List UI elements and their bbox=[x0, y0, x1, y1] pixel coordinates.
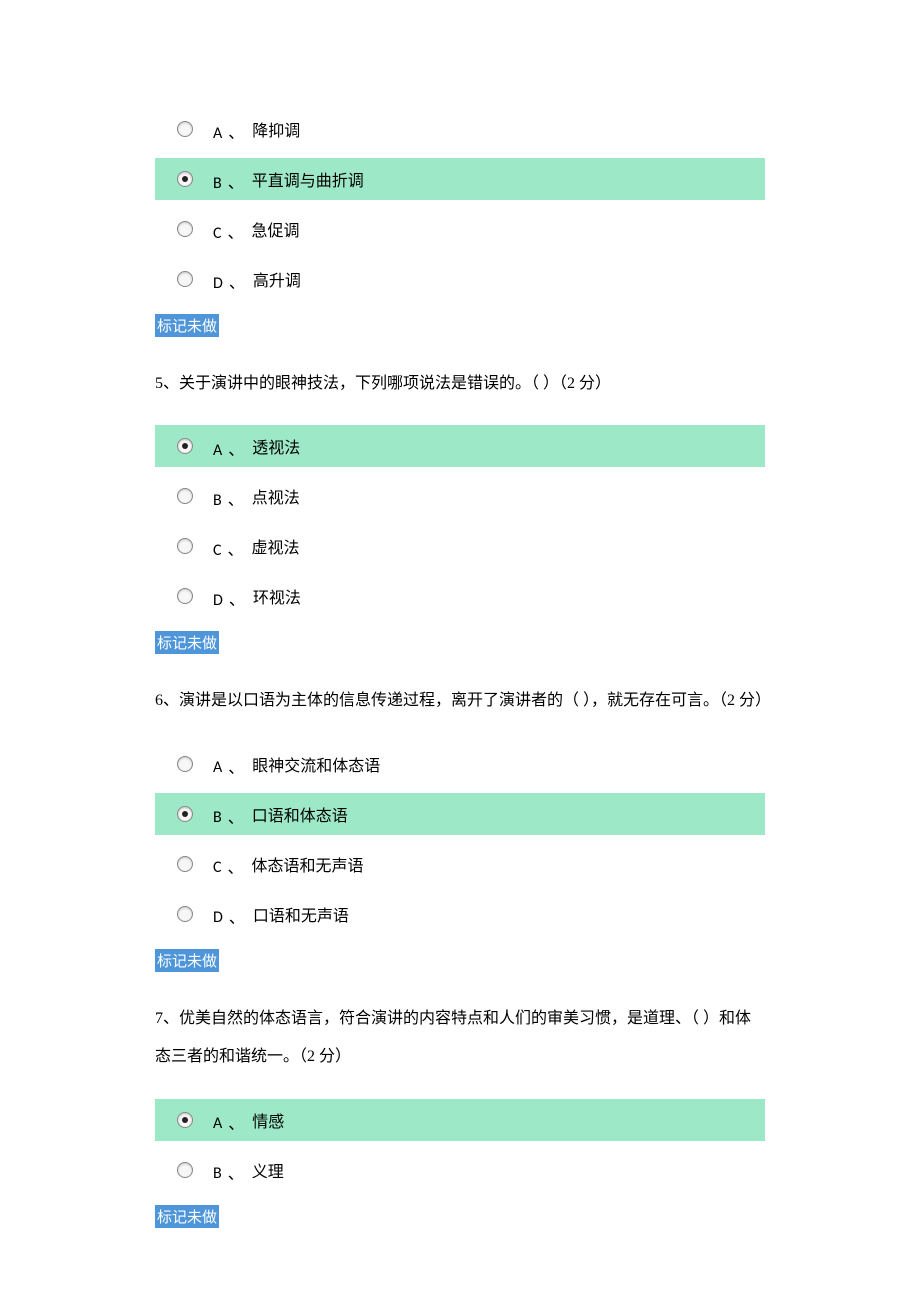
radio-icon[interactable] bbox=[177, 906, 193, 922]
option-row[interactable]: A 、眼神交流和体态语 bbox=[155, 743, 765, 785]
option-letter: B bbox=[213, 491, 222, 510]
option-letter: A bbox=[213, 1114, 222, 1133]
option-separator: 、 bbox=[228, 804, 244, 828]
option-separator: 、 bbox=[228, 536, 244, 560]
option-row[interactable]: B 、平直调与曲折调 bbox=[155, 158, 765, 200]
option-text: 体态语和无声语 bbox=[252, 852, 364, 876]
radio-icon[interactable] bbox=[177, 438, 193, 454]
option-row[interactable]: C 、虚视法 bbox=[155, 525, 765, 567]
radio-icon[interactable] bbox=[177, 538, 193, 554]
option-row[interactable]: B 、口语和体态语 bbox=[155, 793, 765, 835]
option-letter: A bbox=[213, 441, 222, 460]
page: A、降抑调B、平直调与曲折调C、急促调D、高升调标记未做5、关于演讲中的眼神技法… bbox=[0, 0, 920, 1302]
status-tag[interactable]: 标记未做 bbox=[155, 949, 219, 972]
radio-icon[interactable] bbox=[177, 756, 193, 772]
option-row[interactable]: C 、体态语和无声语 bbox=[155, 843, 765, 885]
radio-icon[interactable] bbox=[177, 488, 193, 504]
option-letter: D bbox=[213, 591, 223, 610]
status-tag[interactable]: 标记未做 bbox=[155, 314, 219, 337]
question-text: 7、优美自然的体态语言，符合演讲的内容特点和人们的审美习惯，是道理、（ ）和体态… bbox=[155, 1000, 765, 1077]
option-row[interactable]: D 、环视法 bbox=[155, 575, 765, 617]
radio-icon[interactable] bbox=[177, 1112, 193, 1128]
option-letter: C bbox=[213, 541, 222, 560]
option-text: 平直调与曲折调 bbox=[252, 167, 364, 191]
radio-icon[interactable] bbox=[177, 588, 193, 604]
option-row[interactable]: A 、降抑调 bbox=[155, 108, 765, 150]
option-text: 点视法 bbox=[252, 484, 300, 508]
status-tag[interactable]: 标记未做 bbox=[155, 1205, 219, 1228]
option-letter: A bbox=[213, 124, 222, 143]
option-letter: C bbox=[213, 224, 222, 243]
option-text: 环视法 bbox=[253, 584, 301, 608]
option-letter: C bbox=[213, 858, 222, 877]
option-text: 急促调 bbox=[252, 217, 300, 241]
option-separator: 、 bbox=[228, 754, 244, 778]
radio-icon[interactable] bbox=[177, 1162, 193, 1178]
option-row[interactable]: B 、点视法 bbox=[155, 475, 765, 517]
option-letter: B bbox=[213, 808, 222, 827]
option-separator: 、 bbox=[229, 904, 245, 928]
option-separator: 、 bbox=[228, 436, 244, 460]
question-text: 5、关于演讲中的眼神技法，下列哪项说法是错误的。（ ）（2 分） bbox=[155, 365, 765, 403]
option-letter: D bbox=[213, 274, 223, 293]
radio-icon[interactable] bbox=[177, 806, 193, 822]
option-letter: A bbox=[213, 758, 222, 777]
option-text: 透视法 bbox=[252, 434, 300, 458]
radio-icon[interactable] bbox=[177, 271, 193, 287]
option-separator: 、 bbox=[228, 854, 244, 878]
option-separator: 、 bbox=[229, 586, 245, 610]
option-row[interactable]: A 、透视法 bbox=[155, 425, 765, 467]
question-text: 6、演讲是以口语为主体的信息传递过程，离开了演讲者的（ ），就无存在可言。（2 … bbox=[155, 682, 765, 720]
option-separator: 、 bbox=[228, 119, 244, 143]
option-row[interactable]: D 、高升调 bbox=[155, 258, 765, 300]
option-separator: 、 bbox=[228, 1160, 244, 1184]
option-row[interactable]: A 、情感 bbox=[155, 1099, 765, 1141]
option-text: 眼神交流和体态语 bbox=[252, 752, 380, 776]
option-letter: B bbox=[213, 1164, 222, 1183]
radio-icon[interactable] bbox=[177, 221, 193, 237]
option-text: 情感 bbox=[252, 1108, 284, 1132]
option-separator: 、 bbox=[228, 486, 244, 510]
option-separator: 、 bbox=[228, 219, 244, 243]
option-separator: 、 bbox=[228, 1110, 244, 1134]
option-text: 口语和无声语 bbox=[253, 902, 349, 926]
option-row[interactable]: D 、口语和无声语 bbox=[155, 893, 765, 935]
option-text: 口语和体态语 bbox=[252, 802, 348, 826]
option-text: 义理 bbox=[252, 1158, 284, 1182]
option-letter: B bbox=[213, 174, 222, 193]
option-separator: 、 bbox=[228, 169, 244, 193]
option-row[interactable]: C 、急促调 bbox=[155, 208, 765, 250]
option-row[interactable]: B 、义理 bbox=[155, 1149, 765, 1191]
option-separator: 、 bbox=[229, 269, 245, 293]
radio-icon[interactable] bbox=[177, 171, 193, 187]
option-text: 虚视法 bbox=[252, 534, 300, 558]
option-text: 高升调 bbox=[253, 267, 301, 291]
radio-icon[interactable] bbox=[177, 121, 193, 137]
radio-icon[interactable] bbox=[177, 856, 193, 872]
option-letter: D bbox=[213, 908, 223, 927]
option-text: 降抑调 bbox=[252, 117, 300, 141]
status-tag[interactable]: 标记未做 bbox=[155, 631, 219, 654]
